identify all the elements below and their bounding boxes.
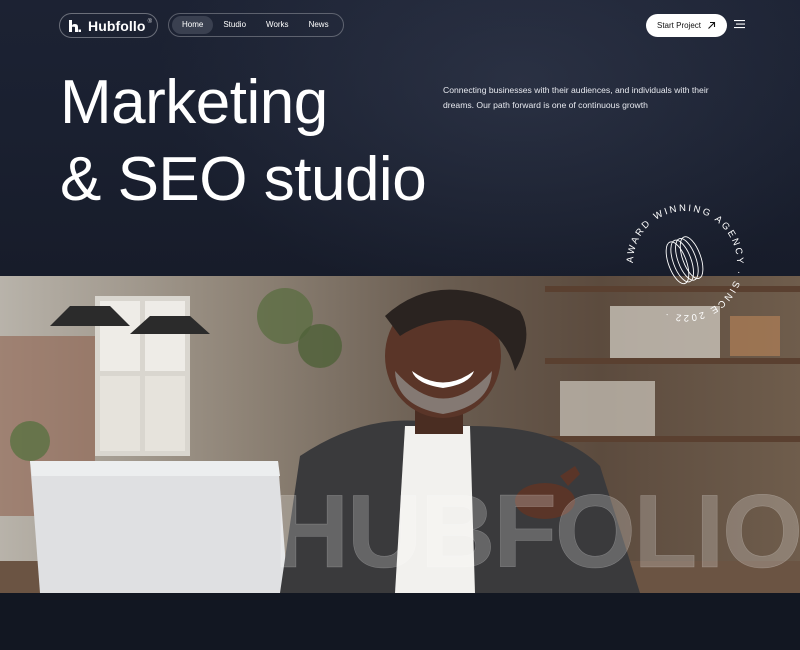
award-badge: AWARD WINNING AGENCY · SINCE 2022 · (625, 203, 745, 323)
nav-item-home[interactable]: Home (172, 16, 214, 34)
hamburger-menu-icon[interactable] (734, 19, 745, 29)
headline-line-1: Marketing (60, 68, 328, 137)
hero-tagline: Connecting businesses with their audienc… (443, 85, 709, 110)
hubfolio-watermark: HUBFOLIO (274, 474, 800, 590)
brand-name: Hubfollo (88, 17, 146, 34)
registered-mark: ® (147, 19, 152, 25)
nav-item-works[interactable]: Works (256, 16, 299, 34)
nav-item-studio[interactable]: Studio (213, 16, 256, 34)
bottom-strip (0, 593, 800, 650)
main-nav: Home Studio Works News (168, 13, 344, 37)
arrow-up-right-icon (708, 21, 716, 29)
start-project-label: Start Project (656, 21, 701, 30)
headline-line-2: & SEO studio (60, 145, 427, 214)
svg-text:AWARD WINNING AGENCY · SINCE 2: AWARD WINNING AGENCY · SINCE 2022 · (625, 203, 745, 323)
hubfollo-logo-icon (69, 19, 81, 32)
rings-icon (665, 236, 704, 285)
start-project-button[interactable]: Start Project (646, 14, 727, 37)
nav-item-news[interactable]: News (299, 16, 339, 34)
brand-logo[interactable]: Hubfollo ® (59, 13, 158, 38)
hero-headline: Marketing & SEO studio (60, 64, 427, 218)
badge-ring-text: AWARD WINNING AGENCY · SINCE 2022 · (625, 203, 743, 323)
